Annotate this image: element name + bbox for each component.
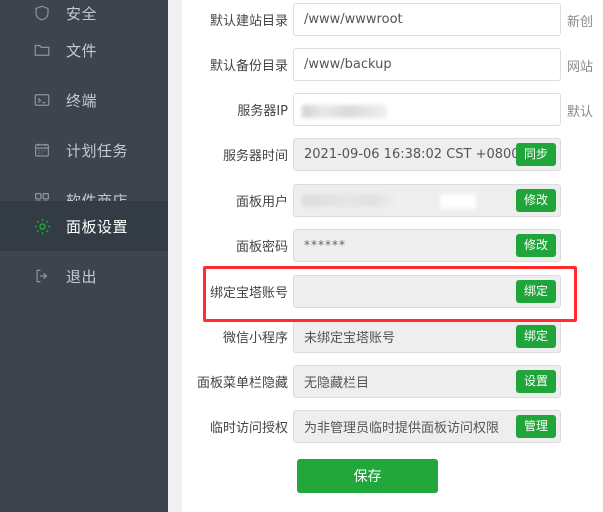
form-row-panel-menu-hidden: 面板菜单栏隐藏 无隐藏栏目 设置	[182, 364, 603, 398]
form-row-panel-user: 面板用户 修改	[182, 183, 603, 217]
form-row-server-ip: 服务器IP	[182, 92, 603, 126]
field-server-ip[interactable]	[293, 92, 561, 126]
form-row-default-site-dir: 默认建站目录/www/wwwroot	[182, 2, 603, 36]
field-label-default-backup-dir: 默认备份目录	[209, 58, 288, 74]
gear-icon	[32, 216, 52, 236]
button-server-time[interactable]: 同步	[515, 142, 556, 166]
field-value-panel-menu-hidden: 无隐藏栏目	[304, 375, 370, 391]
sidebar-item-gear[interactable]: 面板设置	[0, 201, 168, 251]
field-value-wechat-miniprogram: 未绑定宝塔账号	[304, 330, 396, 346]
sidebar-item-label: 终端	[66, 91, 98, 110]
field-hint-default-backup-dir: 网站	[567, 60, 594, 75]
save-button[interactable]: 保存	[297, 459, 438, 493]
field-label-wechat-miniprogram: 微信小程序	[222, 330, 288, 346]
field-label-panel-password: 面板密码	[235, 239, 288, 255]
field-label-server-time: 服务器时间	[222, 148, 288, 164]
form-row-panel-password: 面板密码 ****** 修改	[182, 228, 603, 262]
sidebar-item-label: 计划任务	[66, 141, 129, 160]
sidebar-item-logout[interactable]: 退出	[0, 251, 168, 301]
terminal-icon	[32, 90, 52, 110]
field-label-temp-access-auth: 临时访问授权	[209, 420, 288, 436]
calendar-icon	[32, 140, 52, 160]
form-row-temp-access-auth: 临时访问授权 为非管理员临时提供面板访问权限 管理	[182, 409, 603, 443]
form-row-bind-bt-account: 绑定宝塔账号 绑定	[182, 274, 603, 308]
field-label-server-ip: 服务器IP	[237, 103, 288, 119]
redaction-overlay	[440, 194, 476, 209]
field-value-server-time: 2021-09-06 16:38:02 CST +0800	[304, 146, 520, 162]
sidebar-content-gap	[168, 0, 182, 512]
field-value-temp-access-auth: 为非管理员临时提供面板访问权限	[304, 420, 500, 436]
shield-icon	[32, 3, 52, 23]
button-bind-bt-account[interactable]: 绑定	[515, 279, 556, 303]
logout-icon	[32, 266, 52, 286]
button-panel-password[interactable]: 修改	[515, 233, 556, 257]
sidebar-item-label: 退出	[66, 267, 98, 286]
redacted-value-server-ip	[302, 104, 387, 118]
field-value-default-site-dir: /www/wwwroot	[304, 11, 403, 27]
sidebar-item-label: 文件	[66, 41, 98, 60]
field-temp-access-auth[interactable]: 为非管理员临时提供面板访问权限 管理	[293, 409, 561, 443]
button-wechat-miniprogram[interactable]: 绑定	[515, 324, 556, 348]
field-label-panel-menu-hidden: 面板菜单栏隐藏	[196, 375, 288, 391]
form-row-default-backup-dir: 默认备份目录/www/backup	[182, 47, 603, 81]
sidebar-item-folder[interactable]: 文件	[0, 25, 168, 75]
field-panel-menu-hidden[interactable]: 无隐藏栏目 设置	[293, 364, 561, 398]
field-hint-default-site-dir: 新创	[567, 15, 594, 30]
button-panel-user[interactable]: 修改	[515, 188, 556, 212]
button-temp-access-auth[interactable]: 管理	[515, 414, 556, 438]
field-server-time[interactable]: 2021-09-06 16:38:02 CST +0800 同步	[293, 137, 561, 171]
field-label-panel-user: 面板用户	[235, 194, 288, 210]
field-bind-bt-account[interactable]: 绑定	[293, 274, 561, 308]
field-hint-server-ip: 默认	[567, 105, 594, 120]
field-wechat-miniprogram[interactable]: 未绑定宝塔账号 绑定	[293, 319, 561, 353]
field-default-backup-dir[interactable]: /www/backup	[293, 47, 561, 81]
sidebar: 安全文件终端计划任务软件商店面板设置退出	[0, 0, 168, 512]
panel-settings-page: 安全文件终端计划任务软件商店面板设置退出 默认建站目录/www/wwwroot新…	[0, 0, 603, 512]
field-label-bind-bt-account: 绑定宝塔账号	[209, 285, 288, 301]
sidebar-item-label: 面板设置	[66, 217, 129, 236]
field-label-default-site-dir: 默认建站目录	[209, 13, 288, 29]
form-row-server-time: 服务器时间 2021-09-06 16:38:02 CST +0800 同步	[182, 137, 603, 171]
form-row-wechat-miniprogram: 微信小程序 未绑定宝塔账号 绑定	[182, 319, 603, 353]
field-panel-password[interactable]: ****** 修改	[293, 228, 561, 262]
sidebar-item-calendar[interactable]: 计划任务	[0, 125, 168, 175]
field-panel-user[interactable]: 修改	[293, 183, 561, 217]
content-panel: 默认建站目录/www/wwwroot 新创 默认备份目录/www/backup 网站服…	[182, 0, 603, 512]
field-default-site-dir[interactable]: /www/wwwroot	[293, 2, 561, 36]
field-value-panel-password: ******	[304, 238, 346, 252]
sidebar-item-label: 安全	[66, 4, 98, 23]
button-panel-menu-hidden[interactable]: 设置	[515, 369, 556, 393]
field-value-default-backup-dir: /www/backup	[304, 56, 392, 72]
folder-icon	[32, 40, 52, 60]
redacted-value-panel-user	[302, 193, 402, 207]
sidebar-item-terminal[interactable]: 终端	[0, 75, 168, 125]
